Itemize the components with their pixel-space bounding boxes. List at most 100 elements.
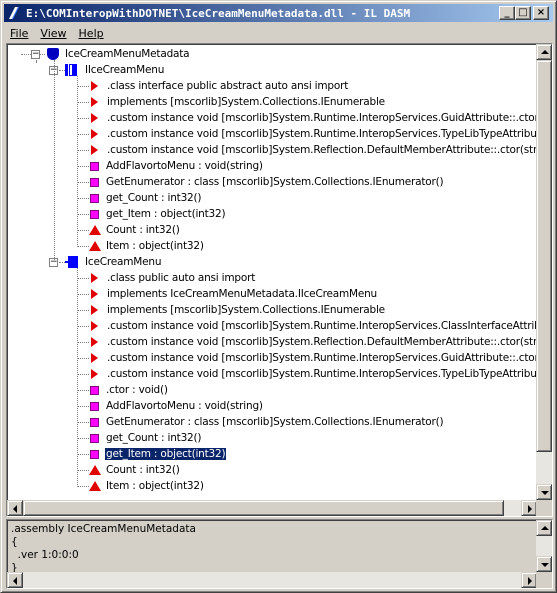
tree-node-property[interactable]: Item : object(int32) bbox=[89, 478, 205, 494]
menu-view-label: View bbox=[40, 26, 67, 40]
scroll-thumb-vertical[interactable] bbox=[536, 60, 552, 452]
tree-connector-line bbox=[77, 374, 89, 375]
tree-connector-line bbox=[77, 310, 89, 311]
info-scroll-right-button[interactable] bbox=[521, 572, 537, 588]
menu-file[interactable]: File bbox=[4, 27, 34, 40]
tree-connector-line bbox=[77, 422, 89, 423]
tree-connector-line bbox=[77, 102, 89, 103]
tree-connector-line bbox=[54, 60, 55, 262]
tree-node-class[interactable]: IceCreamMenu bbox=[65, 254, 162, 270]
scroll-thumb-horizontal[interactable] bbox=[23, 500, 504, 516]
method-icon bbox=[90, 385, 99, 395]
info-scroll-up-button[interactable] bbox=[536, 520, 552, 536]
directive-icon bbox=[91, 321, 98, 331]
tree-node-directive[interactable]: .custom instance void [mscorlib]System.R… bbox=[89, 126, 537, 142]
tree-connector-line bbox=[77, 358, 89, 359]
info-vertical-scrollbar[interactable] bbox=[536, 520, 552, 572]
metadata-tree[interactable]: − IceCreamMenuMetadata − IIceCreamMenu .clas… bbox=[7, 44, 537, 500]
tree-node-directive-label: .class interface public abstract auto an… bbox=[107, 80, 349, 92]
tree-node-method[interactable]: get_Count : int32() bbox=[89, 190, 202, 206]
tree-node-method[interactable]: get_Item : object(int32) bbox=[89, 446, 228, 462]
tree-connector-line bbox=[77, 150, 89, 151]
maximize-button[interactable]: □ bbox=[515, 6, 531, 20]
tree-node-method[interactable]: get_Count : int32() bbox=[89, 430, 202, 446]
tree-node-property[interactable]: Count : int32() bbox=[89, 462, 181, 478]
title-bar[interactable]: E:\COMInteropWithDOTNET\IceCreamMenuMeta… bbox=[4, 4, 553, 22]
tree-node-method[interactable]: AddFlavortoMenu : void(string) bbox=[89, 398, 264, 414]
tree-node-directive[interactable]: .class public auto ansi import bbox=[89, 270, 256, 286]
tree-node-directive-label: .custom instance void [mscorlib]System.R… bbox=[107, 112, 537, 124]
scroll-up-button[interactable] bbox=[536, 44, 552, 60]
directive-icon bbox=[91, 113, 98, 123]
tree-node-directive[interactable]: implements [mscorlib]System.Collections.… bbox=[89, 94, 386, 110]
tree-connector-line bbox=[77, 438, 89, 439]
tree-node-directive[interactable]: .custom instance void [mscorlib]System.R… bbox=[89, 142, 537, 158]
ildasm-window: E:\COMInteropWithDOTNET\IceCreamMenuMeta… bbox=[0, 0, 557, 593]
tree-horizontal-scrollbar[interactable] bbox=[7, 500, 537, 516]
tree-vertical-scrollbar[interactable] bbox=[536, 44, 552, 500]
interface-icon bbox=[65, 64, 79, 76]
close-button[interactable]: × bbox=[533, 6, 549, 20]
tree-connector-line bbox=[77, 86, 89, 87]
tree-connector-line bbox=[77, 406, 89, 407]
collapse-toggle[interactable]: − bbox=[31, 50, 40, 59]
menu-help-label: Help bbox=[78, 26, 104, 40]
tree-node-directive-label: implements [mscorlib]System.Collections.… bbox=[107, 304, 385, 316]
menu-view[interactable]: View bbox=[34, 27, 72, 40]
tree-connector-line bbox=[77, 294, 89, 295]
tree-node-property[interactable]: Item : object(int32) bbox=[89, 238, 205, 254]
arrow-up-icon bbox=[541, 50, 549, 54]
scroll-right-button[interactable] bbox=[521, 500, 537, 516]
tree-node-directive-label: .custom instance void [mscorlib]System.R… bbox=[107, 320, 537, 332]
info-scroll-left-button[interactable] bbox=[7, 572, 23, 588]
tree-node-directive[interactable]: implements IceCreamMenuMetadata.IIceCrea… bbox=[89, 286, 378, 302]
tree-node-property-label: Item : object(int32) bbox=[106, 480, 204, 492]
tree-node-assembly-label: IceCreamMenuMetadata bbox=[65, 48, 190, 60]
tree-node-directive[interactable]: .custom instance void [mscorlib]System.R… bbox=[89, 318, 537, 334]
menu-help[interactable]: Help bbox=[73, 27, 110, 40]
tree-node-assembly[interactable]: IceCreamMenuMetadata bbox=[47, 46, 190, 62]
tree-node-method[interactable]: .ctor : void() bbox=[89, 382, 169, 398]
tree-node-method-label: GetEnumerator : class [mscorlib]System.C… bbox=[106, 416, 444, 428]
tree-node-directive[interactable]: .class interface public abstract auto an… bbox=[89, 78, 349, 94]
method-icon bbox=[90, 193, 99, 203]
info-scroll-down-button[interactable] bbox=[536, 556, 552, 572]
tree-node-method-label: get_Count : int32() bbox=[106, 192, 202, 204]
tree-node-method[interactable]: GetEnumerator : class [mscorlib]System.C… bbox=[89, 414, 444, 430]
tree-node-method-label: get_Item : object(int32) bbox=[103, 447, 228, 461]
arrow-right-icon bbox=[528, 505, 532, 513]
scrollbar-corner bbox=[536, 500, 552, 516]
tree-connector-line bbox=[77, 166, 89, 167]
tree-node-property[interactable]: Count : int32() bbox=[89, 222, 181, 238]
tree-node-method[interactable]: GetEnumerator : class [mscorlib]System.C… bbox=[89, 174, 444, 190]
close-icon: × bbox=[536, 7, 546, 18]
menu-file-label: File bbox=[10, 26, 29, 40]
tree-connector-line bbox=[77, 486, 89, 487]
scroll-down-button[interactable] bbox=[536, 484, 552, 500]
maximize-icon: □ bbox=[518, 7, 528, 18]
tree-node-interface[interactable]: IIceCreamMenu bbox=[65, 62, 165, 78]
tree-node-method-label: GetEnumerator : class [mscorlib]System.C… bbox=[106, 176, 444, 188]
info-horizontal-scrollbar[interactable] bbox=[7, 572, 537, 588]
directive-icon bbox=[91, 337, 98, 347]
ildasm-app-icon[interactable] bbox=[6, 5, 22, 21]
minus-icon: − bbox=[32, 49, 40, 59]
method-icon bbox=[90, 417, 99, 427]
tree-node-directive[interactable]: .custom instance void [mscorlib]System.R… bbox=[89, 334, 537, 350]
assembly-info-text[interactable]: .assembly IceCreamMenuMetadata { .ver 1:… bbox=[11, 523, 196, 575]
tree-node-method-label: get_Item : object(int32) bbox=[106, 208, 226, 220]
minimize-button[interactable]: _ bbox=[499, 6, 515, 20]
tree-connector-line bbox=[77, 214, 89, 215]
tree-node-directive[interactable]: .custom instance void [mscorlib]System.R… bbox=[89, 110, 537, 126]
tree-node-class-label: IceCreamMenu bbox=[85, 256, 162, 268]
tree-node-directive[interactable]: implements [mscorlib]System.Collections.… bbox=[89, 302, 386, 318]
tree-node-directive-label: .custom instance void [mscorlib]System.R… bbox=[107, 128, 537, 140]
tree-connector-line bbox=[77, 342, 89, 343]
scroll-left-button[interactable] bbox=[7, 500, 23, 516]
tree-node-directive[interactable]: .custom instance void [mscorlib]System.R… bbox=[89, 350, 537, 366]
tree-connector-line bbox=[77, 326, 89, 327]
tree-node-directive-label: .custom instance void [mscorlib]System.R… bbox=[107, 144, 537, 156]
tree-node-method[interactable]: AddFlavortoMenu : void(string) bbox=[89, 158, 264, 174]
tree-node-directive[interactable]: .custom instance void [mscorlib]System.R… bbox=[89, 366, 537, 382]
tree-node-method[interactable]: get_Item : object(int32) bbox=[89, 206, 226, 222]
